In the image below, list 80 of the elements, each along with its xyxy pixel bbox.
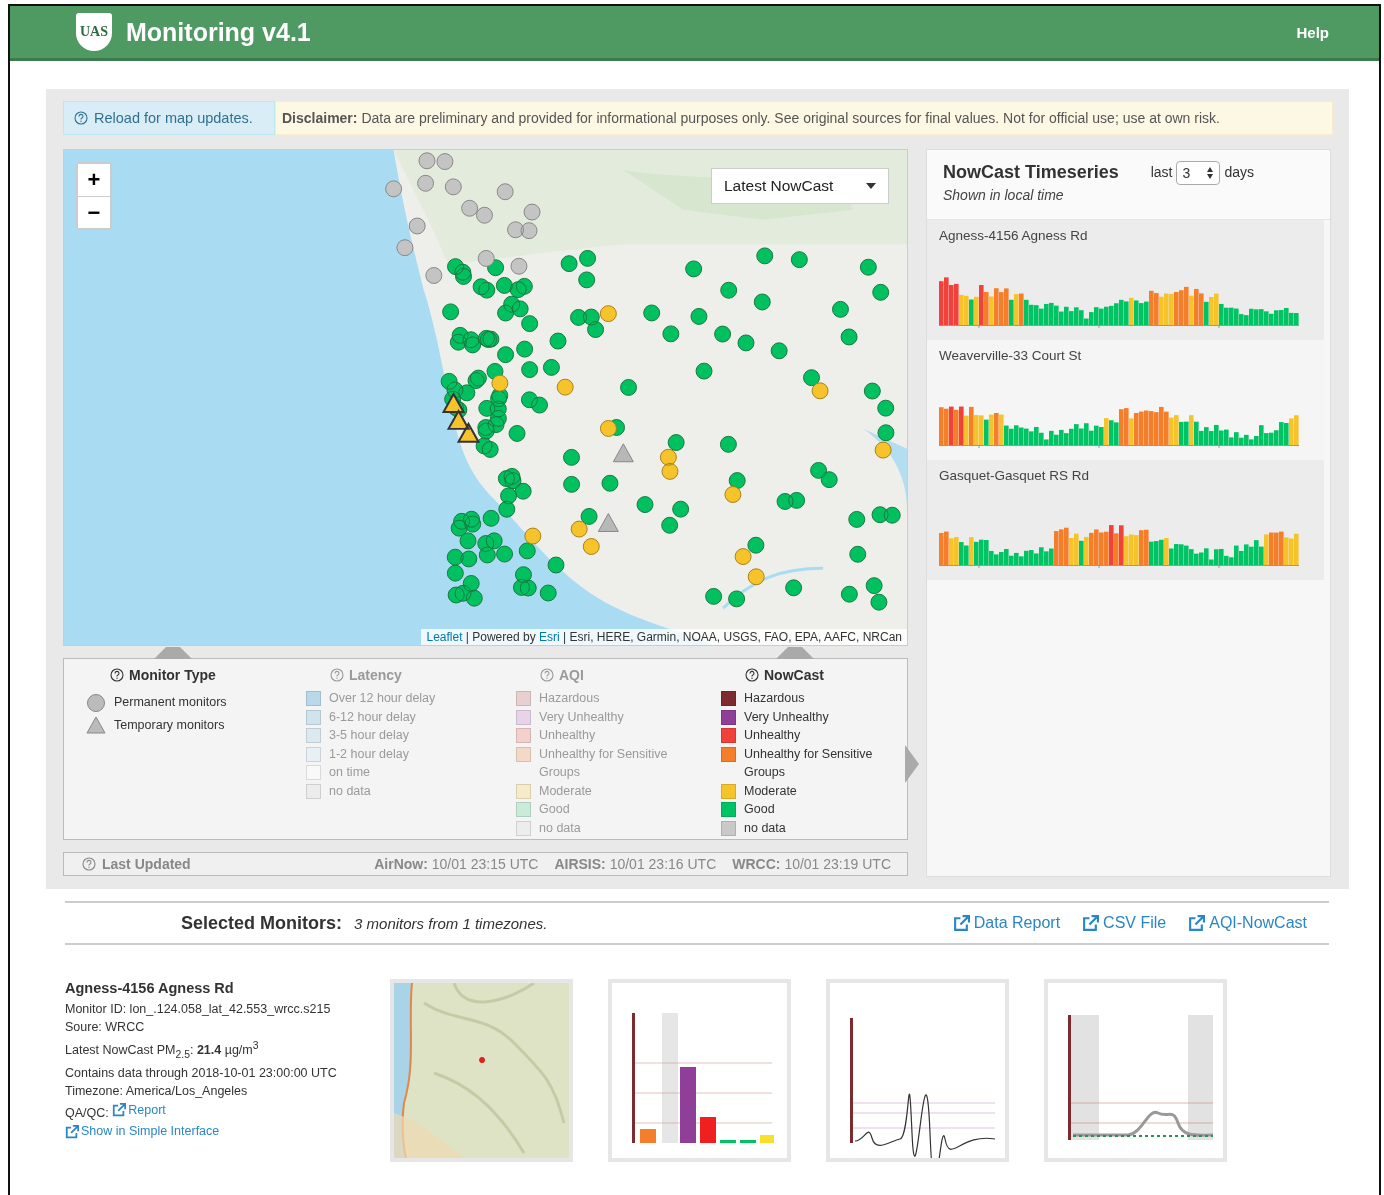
legend-label: 3-5 hour delay	[329, 727, 410, 744]
monitor-title: Agness-4156 Agness Rd	[65, 979, 235, 998]
report-link[interactable]: Report	[112, 1100, 166, 1120]
zoom-out-button[interactable]: −	[78, 196, 110, 228]
app-title: Monitoring v4.1	[126, 17, 312, 47]
external-link-icon	[65, 1124, 79, 1139]
legend-label: no data	[539, 819, 582, 837]
monitor-info: Soure: WRCC	[65, 1019, 146, 1036]
monitor-name: Agness-4156 Agness Rd	[939, 228, 1089, 243]
legend-label: Temporary monitors	[114, 717, 226, 734]
reload-text: Reload for map updates.	[94, 110, 253, 126]
download-link[interactable]: CSV File	[1082, 914, 1167, 932]
monitor-info: Latest NowCast PM$_{2.5}$: 21.4 µg/m$^{3}$	[65, 1038, 260, 1062]
timeseries-row[interactable]: Agness-4156 Agness Rd	[927, 220, 1324, 340]
timeseries-subtitle: Shown in local time	[943, 187, 1065, 203]
timeseries-title: NowCast Timeseries	[943, 162, 1119, 183]
external-link-icon	[952, 914, 970, 932]
legend-label: no data	[329, 782, 372, 800]
caret-icon	[866, 183, 876, 189]
legend-label: Unhealthy	[539, 727, 597, 744]
attribution-sources: | Esri, HERE, Garmin, NOAA, USGS, FAO, EPA, AAFC, NRCan	[563, 630, 902, 644]
timeseries-row[interactable]: Gasquet-Gasquet RS Rd	[927, 460, 1324, 580]
help-icon[interactable]	[110, 668, 124, 682]
attribution-text: | Powered by	[465, 630, 536, 644]
disclaimer-text: Disclaimer: Data are preliminary and provided for informational purposes only. See original sources for final values. Not for official use; use at own risk.	[282, 110, 1220, 126]
help-icon[interactable]	[745, 668, 759, 682]
legend-title: Monitor Type	[129, 667, 216, 683]
layer-select[interactable]: Latest NowCast	[711, 168, 889, 204]
legend-label: 6-12 hour delay	[329, 708, 417, 726]
thumbnail-frame[interactable]	[826, 979, 1009, 1162]
circle-marker-icon	[86, 693, 106, 713]
selected-summary: 3 monitors from 1 timezones.	[354, 914, 549, 932]
monitor-name: Weaverville-33 Court St	[939, 348, 1083, 363]
map[interactable]: + − Latest NowCast Leaflet | Powered by Esri | Esri, HERE, Garmin, NOAA, USGS, FAO, EPA, AAFC, NRCan	[63, 149, 908, 646]
download-link[interactable]: AQI-NowCast	[1188, 914, 1307, 932]
legend-label: no data	[744, 819, 787, 837]
legend-label: Permanent monitors	[114, 694, 228, 711]
legend-title: NowCast	[764, 667, 824, 683]
legend-label: Unhealthy for Sensitive Groups	[539, 745, 669, 781]
last-updated-label: Last Updated	[102, 856, 192, 872]
external-link-icon	[112, 1102, 127, 1117]
legend-label: Very Unhealthy	[539, 708, 625, 726]
legend-label: Hazardous	[539, 690, 601, 707]
legend-title: AQI	[559, 667, 584, 683]
days-label: last	[1150, 164, 1173, 180]
external-link-icon	[1082, 914, 1100, 932]
legend-label: Over 12 hour delay	[329, 690, 437, 707]
leaflet-link[interactable]: Leaflet	[426, 630, 463, 644]
external-link-icon	[1188, 914, 1206, 932]
logo: UAS	[76, 13, 112, 51]
update-time: WRCC: 10/01 23:19 UTC	[732, 856, 891, 872]
legend-label: Good	[744, 801, 776, 818]
monitor-info: Timezone: America/Los_Angeles	[65, 1083, 249, 1101]
expand-icon[interactable]	[905, 745, 919, 783]
legend-label: Hazardous	[744, 690, 806, 707]
update-time: AIRSIS: 10/01 23:16 UTC	[554, 856, 717, 872]
download-link[interactable]: Data Report	[952, 914, 1061, 932]
legend-label: Unhealthy	[744, 727, 802, 744]
legend-label: Very Unhealthy	[744, 708, 830, 726]
thumbnail-frame[interactable]	[1044, 979, 1227, 1162]
legend-label: Moderate	[539, 782, 593, 800]
legend-label: Moderate	[744, 782, 798, 800]
days-spinner[interactable]: 3	[1176, 161, 1221, 185]
legend-label: Good	[539, 801, 571, 818]
thumbnail-frame[interactable]	[608, 979, 791, 1162]
triangle-marker-icon	[86, 716, 106, 734]
esri-link[interactable]: Esri	[539, 630, 560, 644]
update-time: AirNow: 10/01 23:15 UTC	[374, 856, 539, 872]
simple-interface-link[interactable]: Show in Simple Interface	[65, 1122, 220, 1141]
days-label: days	[1224, 164, 1254, 180]
monitor-info: Contains data through 2018-10-01 23:00:00 UTC	[65, 1064, 338, 1082]
qaqc-label: QA/QC:	[65, 1105, 110, 1120]
selected-monitors-label: Selected Monitors:	[181, 912, 343, 934]
monitor-info: Monitor ID: lon_.124.058_lat_42.553_wrcc.s215	[65, 1000, 332, 1018]
legend-label: 1-2 hour delay	[329, 745, 410, 763]
monitor-name: Gasquet-Gasquet RS Rd	[939, 468, 1091, 483]
spinner-arrows-icon	[1206, 166, 1215, 180]
legend-label: on time	[329, 764, 371, 781]
legend-label: Unhealthy for Sensitive Groups	[744, 745, 874, 781]
legend-title: Latency	[349, 667, 402, 683]
